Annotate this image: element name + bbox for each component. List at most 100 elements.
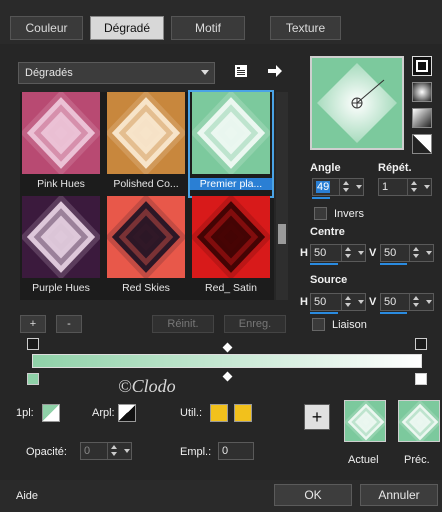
plan-label: 1pl: [16,407,34,419]
opacity-stop-end[interactable] [415,338,427,350]
source-label: Source [310,274,348,286]
gradient-swatch[interactable]: Pink Hues [20,92,102,196]
opacity-input[interactable]: 0 [80,442,132,460]
gradient-swatch[interactable]: Purple Hues [20,196,102,300]
center-v-spinner[interactable] [409,245,421,261]
repeat-input[interactable]: 1 [378,178,432,196]
center-label: Centre [310,226,345,238]
source-v-value: 50 [384,296,397,308]
center-v-slider[interactable] [380,263,407,265]
repeat-value: 1 [382,181,389,193]
arrplan-color-swatch[interactable] [118,404,136,422]
ok-button[interactable]: OK [274,484,352,506]
source-v-slider[interactable] [380,312,407,314]
help-link[interactable]: Aide [16,490,38,502]
center-h-dropdown-icon[interactable] [358,251,364,255]
opacity-spinner[interactable] [107,443,119,459]
center-h-spinner[interactable] [341,245,353,261]
center-v-value: 50 [384,247,397,259]
user-color-swatch[interactable] [210,404,228,422]
current-label: Actuel [348,454,379,466]
gradient-swatch[interactable]: Red_ Satin [190,196,272,300]
angle-input[interactable]: 49 [312,178,364,196]
invert-checkbox[interactable] [314,207,327,220]
gradient-swatch-selected[interactable]: Premier pla... [188,90,274,198]
gradient-swatch[interactable]: Red Skies [105,196,187,300]
sunburst-style-icon[interactable] [412,134,432,154]
gradient-thumbnail [22,196,100,278]
remove-gradient-button[interactable]: - [56,315,82,333]
angle-label: Angle [310,162,341,174]
source-h-spinner[interactable] [341,294,353,310]
user-color-swatch-alt[interactable] [234,404,252,422]
source-v-dropdown-icon[interactable] [426,300,432,304]
scrollbar-thumb[interactable] [278,224,286,244]
repeat-dropdown-icon[interactable] [424,185,430,189]
tab-motif[interactable]: Motif [171,16,245,40]
source-v-label: V [369,296,377,308]
add-to-library-button[interactable]: + [304,404,330,430]
tab-couleur[interactable]: Couleur [10,16,83,40]
gradient-swatch[interactable]: Polished Co... [105,92,187,196]
source-h-slider[interactable] [310,312,338,314]
opacity-value: 0 [84,445,91,457]
center-h-label: H [300,247,308,259]
center-v-input[interactable]: 50 [380,244,434,262]
radial-style-icon[interactable] [412,82,432,102]
rectangular-style-icon[interactable] [412,108,432,128]
arrplan-label: Arpl: [92,407,115,419]
tab-texture[interactable]: Texture [270,16,341,40]
gradient-thumbnail [192,196,270,278]
cancel-button[interactable]: Annuler [360,484,438,506]
tab-bar: Couleur Dégradé Motif Texture [0,0,442,44]
location-input[interactable]: 0 [218,442,254,460]
tab-degrade[interactable]: Dégradé [90,16,164,40]
gradient-thumbnail [192,92,270,174]
repeat-label: Répét. [378,162,412,174]
center-v-label: V [369,247,377,259]
opacity-dropdown-icon[interactable] [124,449,130,453]
arrow-right-icon[interactable] [266,62,284,80]
link-label: Liaison [332,319,367,331]
gradient-label: Purple Hues [32,282,90,294]
source-v-spinner[interactable] [409,294,421,310]
linear-style-icon[interactable] [412,56,432,76]
location-label: Empl.: [180,446,212,458]
gallery-scrollbar[interactable] [276,92,288,300]
source-h-value: 50 [314,296,327,308]
save-button[interactable]: Enreg. [224,315,286,333]
repeat-spinner[interactable] [407,179,419,195]
angle-spinner[interactable] [339,179,351,195]
gradient-label: Pink Hues [37,178,85,190]
source-v-input[interactable]: 50 [380,293,434,311]
chevron-down-icon [201,70,209,75]
center-v-dropdown-icon[interactable] [426,251,432,255]
location-value: 0 [222,445,229,457]
category-dropdown[interactable]: Dégradés [18,62,215,84]
link-checkbox[interactable] [312,318,325,331]
source-h-input[interactable]: 50 [310,293,366,311]
opacity-stop-start[interactable] [27,338,39,350]
util-label: Util.: [180,407,202,419]
color-stop-end[interactable] [415,373,427,385]
invert-label: Invers [334,208,364,220]
plan-color-swatch[interactable] [42,404,60,422]
gradient-bar[interactable] [32,354,422,368]
add-gradient-button[interactable]: + [20,315,46,333]
opacity-label: Opacité: [26,446,67,458]
color-stop-start[interactable] [27,373,39,385]
watermark: ©Clodo [118,376,176,396]
source-h-dropdown-icon[interactable] [358,300,364,304]
current-gradient-thumb[interactable] [344,400,386,442]
angle-dropdown-icon[interactable] [356,185,362,189]
library-menu-icon[interactable] [232,62,250,80]
gradient-preview[interactable] [310,56,404,150]
gradient-label: Premier pla... [190,178,272,190]
gradient-thumbnail [107,92,185,174]
gradient-label: Red Skies [122,282,170,294]
center-h-input[interactable]: 50 [310,244,366,262]
angle-slider[interactable] [312,197,330,199]
center-h-slider[interactable] [310,263,338,265]
reset-button[interactable]: Réinit. [152,315,214,333]
previous-gradient-thumb[interactable] [398,400,440,442]
